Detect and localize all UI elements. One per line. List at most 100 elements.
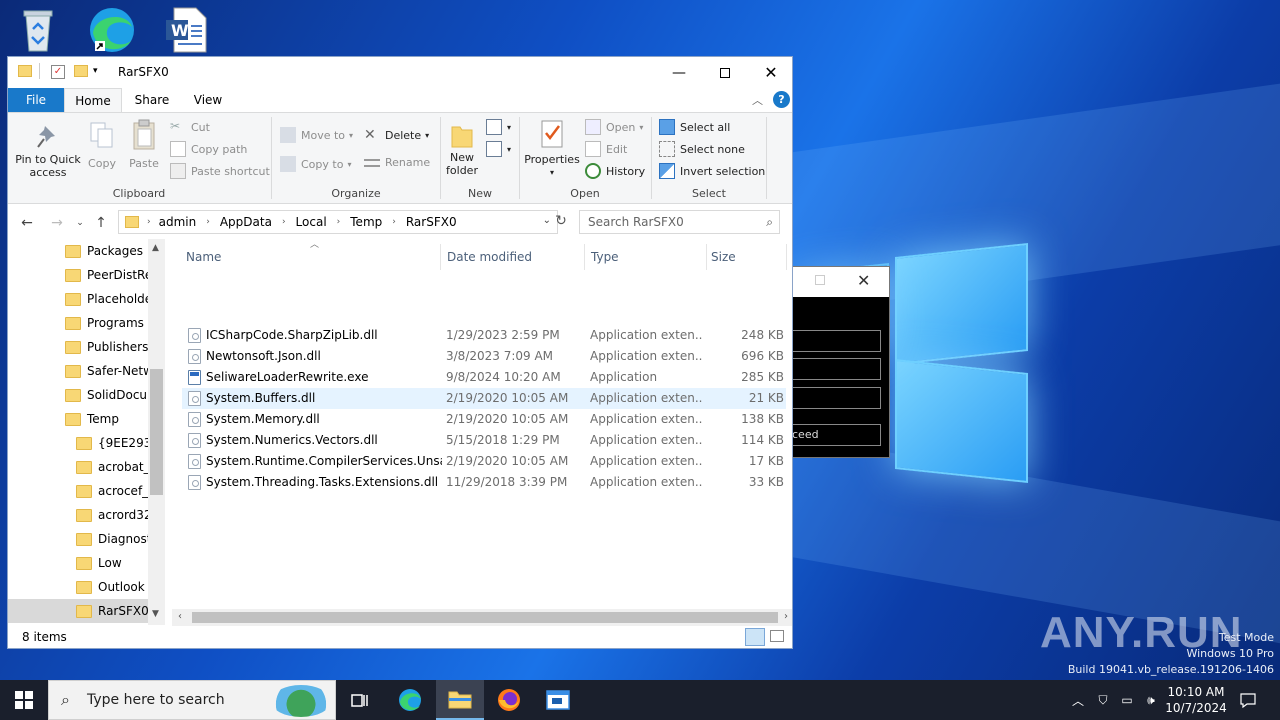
close-button[interactable]: ✕ [748, 57, 794, 88]
nav-item[interactable]: Programs [65, 311, 144, 335]
details-view-icon[interactable] [745, 628, 765, 646]
column-header-name[interactable]: Name [186, 244, 221, 270]
breadcrumb-local[interactable]: Local [296, 215, 327, 229]
security-icon[interactable]: ⛉ [1093, 680, 1113, 720]
file-row[interactable]: System.Buffers.dll 2/19/2020 10:05 AM Appl… [182, 388, 786, 409]
file-explorer-taskbar-button[interactable] [436, 680, 484, 720]
nav-item[interactable]: Low [76, 551, 122, 575]
nav-item[interactable]: Temp [65, 407, 119, 431]
copy-button[interactable]: Copy [86, 121, 118, 170]
nav-item[interactable]: Placeholder [65, 287, 157, 311]
new-folder-quick-icon[interactable] [74, 65, 88, 77]
breadcrumb-admin[interactable]: admin [159, 215, 197, 229]
start-button[interactable] [0, 680, 48, 720]
background-app-window[interactable]: ✕ ceed [790, 266, 890, 458]
file-row[interactable]: System.Numerics.Vectors.dll 5/15/2018 1:2… [182, 430, 786, 451]
pin-to-quick-access-button[interactable]: Pin to Quick access [12, 123, 84, 179]
address-bar[interactable]: › admin › AppData › Local › Temp › RarSF… [118, 210, 558, 234]
cut-button[interactable]: ✂ Cut [170, 119, 210, 135]
select-none-button[interactable]: Select none [659, 141, 745, 157]
column-header-size[interactable]: Size [711, 244, 736, 270]
file-row[interactable]: ICSharpCode.SharpZipLib.dll 1/29/2023 2:5… [182, 325, 786, 346]
nav-item[interactable]: Safer-Netwo [65, 359, 160, 383]
column-divider[interactable] [584, 244, 585, 270]
chevron-right-icon[interactable]: › [282, 217, 286, 227]
breadcrumb-appdata[interactable]: AppData [220, 215, 272, 229]
rename-button[interactable]: Rename [364, 156, 430, 169]
invert-selection-button[interactable]: Invert selection [659, 163, 765, 179]
tab-view[interactable]: View [180, 88, 236, 112]
scroll-down-icon[interactable]: ▼ [152, 609, 159, 619]
title-bar[interactable]: ✓ ▾ RarSFX0 — ✕ [8, 57, 792, 88]
text-field[interactable] [791, 330, 881, 352]
nav-item[interactable]: SolidDocum [65, 383, 159, 407]
scroll-up-icon[interactable]: ▲ [152, 243, 159, 253]
nav-item[interactable]: RarSFX0 [8, 599, 149, 623]
file-row[interactable]: SeliwareLoaderRewrite.exe 9/8/2024 10:20 … [182, 367, 786, 388]
properties-button[interactable]: Properties ▾ [522, 119, 582, 179]
proceed-button[interactable]: ceed [791, 424, 881, 446]
delete-button[interactable]: ✕ Delete ▾ [364, 127, 429, 143]
horizontal-scrollbar-thumb[interactable] [192, 612, 778, 623]
forward-button[interactable]: → [47, 213, 67, 233]
nav-item[interactable]: PeerDistRep [65, 263, 160, 287]
help-icon[interactable]: ? [773, 91, 790, 108]
firefox-taskbar-button[interactable] [485, 680, 533, 720]
back-button[interactable]: ← [17, 213, 37, 233]
search-input[interactable]: Search RarSFX0 ⌕ [579, 210, 780, 234]
edge-taskbar-button[interactable] [386, 680, 434, 720]
volume-icon[interactable]: 🕪 [1140, 680, 1162, 720]
scroll-left-icon[interactable]: ‹ [178, 611, 182, 622]
app-window-taskbar-button[interactable] [534, 680, 582, 720]
nav-item[interactable]: Publishers [65, 335, 148, 359]
customize-quick-access-icon[interactable]: ▾ [93, 66, 98, 76]
search-icon[interactable]: ⌕ [766, 211, 773, 233]
file-explorer-window[interactable]: ✓ ▾ RarSFX0 — ✕ File Home Share View ︿ ?… [7, 56, 793, 649]
easy-access-button[interactable]: ▾ [486, 141, 511, 157]
large-icons-view-icon[interactable] [770, 630, 784, 642]
up-button[interactable]: ↑ [91, 213, 111, 233]
column-header-type[interactable]: Type [591, 244, 619, 270]
nav-scrollbar-thumb[interactable] [150, 369, 163, 495]
column-divider[interactable] [706, 244, 707, 270]
navigation-pane[interactable]: Packages PeerDistRep Placeholder Programs Pu… [8, 239, 165, 625]
word-document-icon[interactable]: W [156, 4, 216, 56]
edit-button[interactable]: Edit [585, 141, 627, 157]
task-view-button[interactable] [336, 680, 384, 720]
paste-button[interactable]: Paste [126, 119, 162, 170]
collapse-ribbon-icon[interactable]: ︿ [752, 92, 763, 108]
network-icon[interactable]: ▭ [1117, 680, 1137, 720]
properties-quick-icon[interactable]: ✓ [51, 65, 65, 79]
tab-file[interactable]: File [8, 88, 64, 112]
chevron-right-icon[interactable]: › [206, 217, 210, 227]
open-button[interactable]: Open ▾ [585, 119, 643, 135]
new-item-button[interactable]: ▾ [486, 119, 511, 135]
copy-path-button[interactable]: Copy path [170, 141, 247, 157]
nav-scrollbar[interactable]: ▲ ▼ [148, 239, 165, 625]
history-button[interactable]: History [585, 163, 645, 179]
column-divider[interactable] [786, 244, 787, 270]
copy-to-button[interactable]: Copy to ▾ [280, 156, 351, 172]
file-list-pane[interactable]: ︿ Name Date modified Type Size ICSharpCo… [168, 239, 792, 625]
chevron-right-icon[interactable]: › [337, 217, 341, 227]
paste-shortcut-button[interactable]: Paste shortcut [170, 163, 270, 179]
notifications-icon[interactable] [1234, 680, 1262, 720]
taskbar-search-box[interactable]: ⌕ Type here to search [48, 680, 336, 720]
chevron-right-icon[interactable]: › [392, 217, 396, 227]
scroll-right-icon[interactable]: › [784, 611, 788, 622]
maximize-button[interactable] [702, 57, 748, 88]
file-row[interactable]: System.Memory.dll 2/19/2020 10:05 AM Appli… [182, 409, 786, 430]
select-all-button[interactable]: Select all [659, 119, 730, 135]
clock[interactable]: 10:10 AM 10/7/2024 [1164, 680, 1228, 720]
move-to-button[interactable]: Move to ▾ [280, 127, 353, 143]
column-header-date[interactable]: Date modified [447, 244, 532, 270]
breadcrumb-temp[interactable]: Temp [350, 215, 382, 229]
edge-icon[interactable] [82, 4, 142, 56]
nav-item[interactable]: Packages [65, 239, 143, 263]
refresh-icon[interactable]: ↻ [550, 213, 572, 233]
column-divider[interactable] [440, 244, 441, 270]
nav-item[interactable]: acrocef_lo [76, 479, 159, 503]
recycle-bin-icon[interactable] [8, 4, 68, 56]
breadcrumb-rarsfx0[interactable]: RarSFX0 [406, 215, 457, 229]
tab-share[interactable]: Share [126, 88, 178, 112]
